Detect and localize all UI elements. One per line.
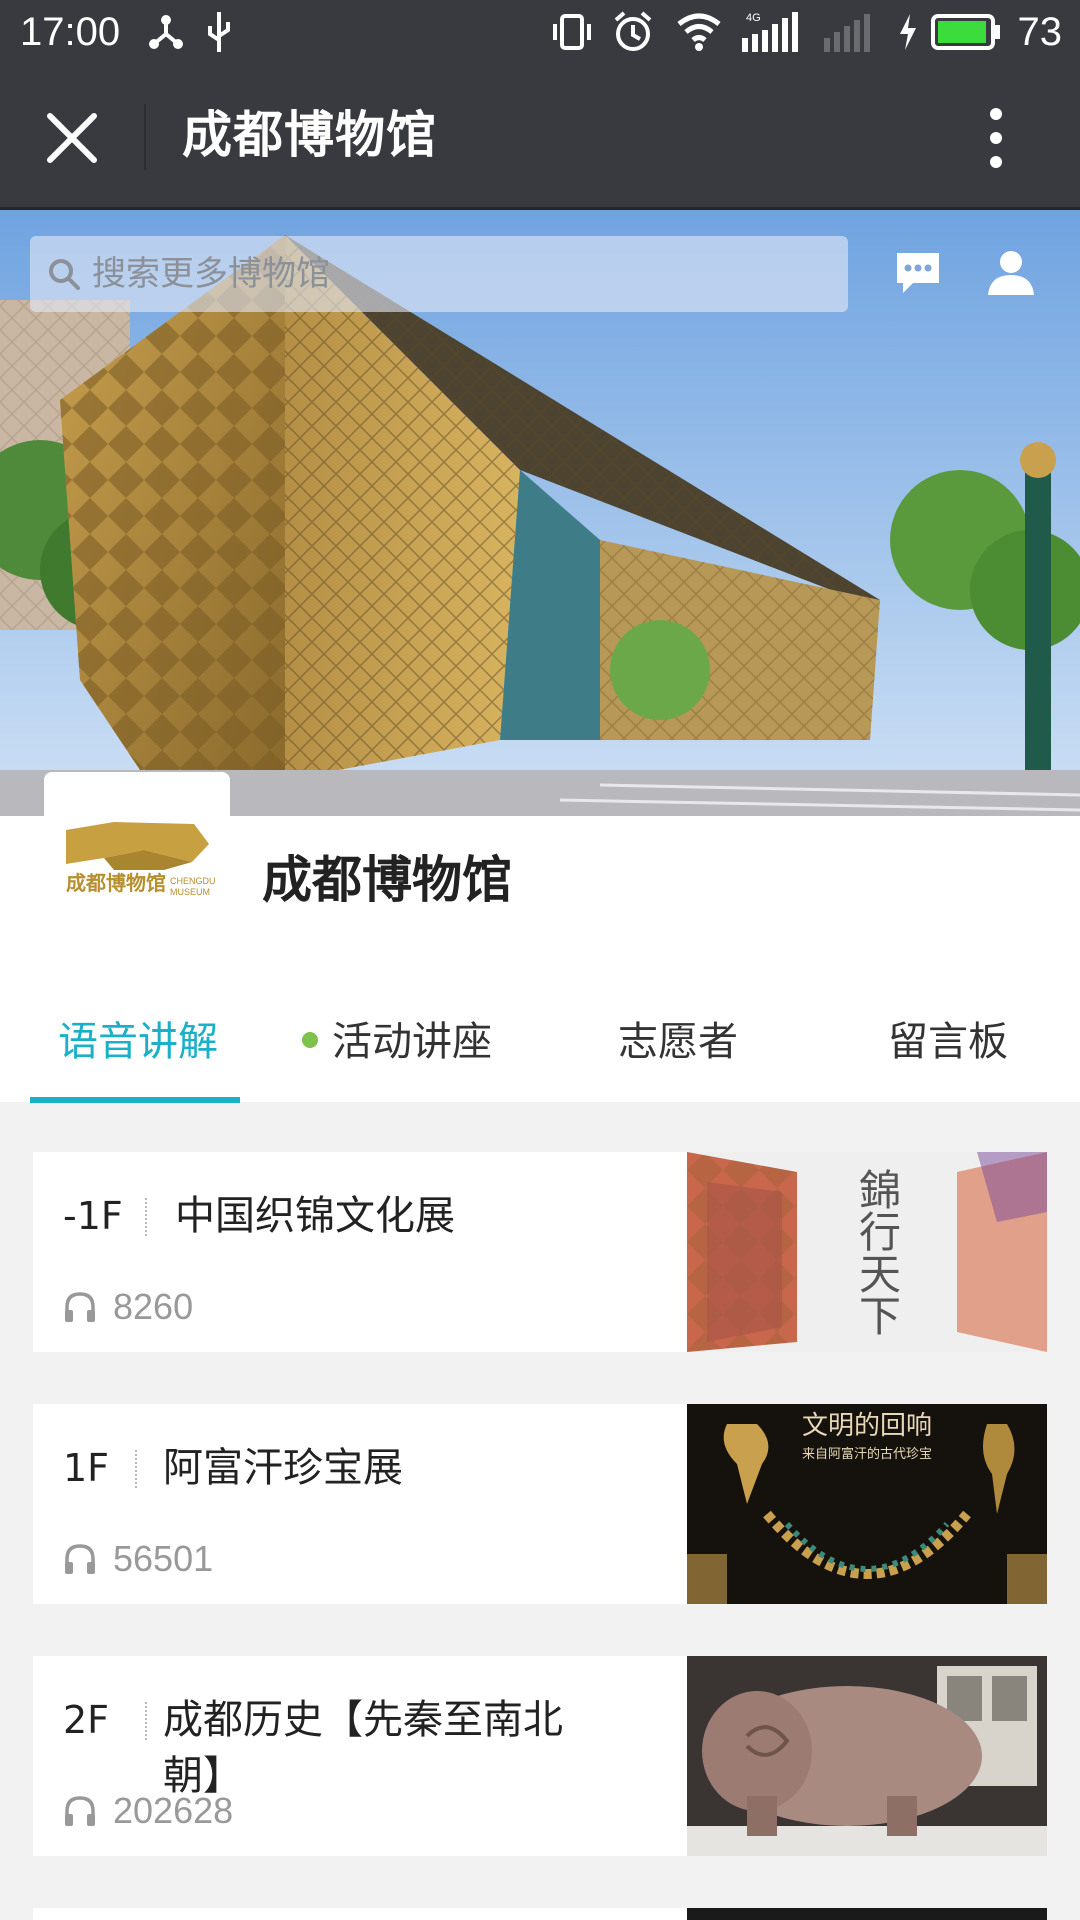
new-indicator-dot — [302, 1032, 318, 1048]
share-icon — [149, 15, 183, 49]
signal-4g-icon: 4G — [742, 12, 798, 52]
svg-text:4G: 4G — [746, 12, 761, 24]
floor-separator — [145, 1702, 147, 1740]
status-bar: 17:00 4G 73 — [0, 0, 1080, 64]
floor-separator — [135, 1450, 137, 1488]
headphones-icon — [65, 1544, 95, 1574]
exhibit-thumbnail — [687, 1908, 1047, 1920]
headphones-icon — [65, 1292, 95, 1322]
thumbnail-subtitle: 来自阿富汗的古代珍宝 — [802, 1446, 932, 1462]
exhibit-thumbnail: 錦行天下 — [687, 1152, 1047, 1352]
alarm-icon — [614, 11, 652, 51]
exhibit-title: 阿富汗珍宝展 — [163, 1445, 403, 1491]
exhibit-floor: 2F — [63, 1698, 110, 1742]
tab-message-board[interactable]: 留言板 — [888, 1010, 1008, 1074]
headphones-icon — [65, 1796, 95, 1826]
page-title: 成都博物馆 — [182, 106, 437, 164]
svg-text:MUSEUM: MUSEUM — [170, 887, 210, 897]
title-divider — [144, 104, 146, 170]
exhibit-floor: -1F — [63, 1194, 123, 1238]
vibrate-icon — [553, 14, 591, 50]
tab-events-lectures[interactable]: 活动讲座 — [302, 1010, 492, 1074]
exhibit-card-partial[interactable] — [33, 1908, 1047, 1920]
floor-separator — [145, 1198, 147, 1236]
tab-audio-guide[interactable]: 语音讲解 — [58, 1010, 218, 1074]
search-icon — [49, 259, 80, 290]
exhibit-floor: 1F — [63, 1446, 110, 1490]
logo-wordmark: 成都博物馆 — [66, 871, 166, 895]
exhibit-thumbnail: 文明的回响 来自阿富汗的古代珍宝 — [687, 1404, 1047, 1604]
title-bar: 成都博物馆 — [0, 64, 1080, 210]
tab-volunteers[interactable]: 志愿者 — [618, 1010, 738, 1074]
signal-weak-icon — [824, 14, 870, 52]
status-time: 17:00 — [20, 10, 121, 54]
user-icon[interactable] — [986, 247, 1036, 297]
exhibit-card[interactable]: 1F 阿富汗珍宝展 56501 文明的回响 来自阿富汗的古代珍宝 — [33, 1404, 1047, 1604]
exhibit-card[interactable]: 2F 成都历史【先秦至南北朝】 202628 — [33, 1656, 1047, 1856]
active-tab-indicator — [30, 1097, 240, 1103]
thumbnail-title: 文明的回响 — [802, 1411, 932, 1441]
charging-icon — [900, 14, 916, 50]
battery-percent: 73 — [1017, 10, 1063, 54]
exhibit-card[interactable]: -1F 中国织锦文化展 8260 錦行天下 — [33, 1152, 1047, 1352]
museum-logo-card: 成都博物馆 CHENGDU MUSEUM — [44, 772, 230, 952]
search-bar[interactable]: 搜索更多博物馆 — [30, 236, 848, 312]
tab-events-label: 活动讲座 — [332, 1019, 492, 1065]
museum-name: 成都博物馆 — [262, 851, 512, 909]
wifi-icon — [677, 13, 721, 51]
museum-logo: 成都博物馆 CHENGDU MUSEUM — [66, 822, 216, 897]
battery-icon — [931, 14, 1000, 50]
exhibit-thumbnail — [687, 1656, 1047, 1856]
search-placeholder: 搜索更多博物馆 — [92, 254, 330, 294]
close-icon[interactable] — [42, 108, 102, 168]
thumbnail-text: 錦行天下 — [853, 1168, 902, 1336]
usb-icon — [208, 12, 230, 52]
svg-text:CHENGDU: CHENGDU — [170, 876, 216, 886]
exhibit-title: 中国织锦文化展 — [175, 1193, 455, 1239]
message-icon[interactable] — [893, 247, 943, 297]
more-options-icon[interactable] — [980, 104, 1012, 172]
